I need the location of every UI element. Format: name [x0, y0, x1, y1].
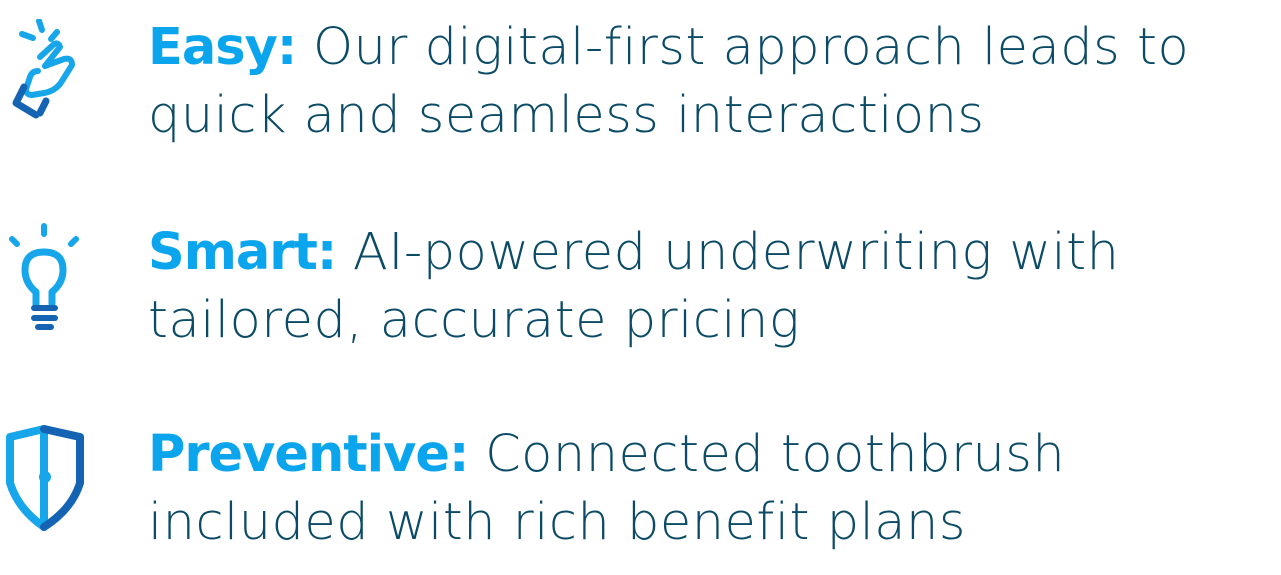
feature-description: Our digital-first approach leads to — [296, 18, 1190, 77]
feature-text: Smart: AI-powered underwriting with tail… — [148, 219, 1273, 355]
hand-tap-icon — [0, 18, 110, 129]
feature-line-2: tailored, accurate pricing — [148, 291, 800, 350]
feature-description: Connected toothbrush — [468, 425, 1066, 484]
feature-line-1: Smart: AI-powered underwriting with — [148, 219, 1273, 287]
feature-line-2: quick and seamless interactions — [148, 86, 985, 145]
feature-title: Preventive: — [148, 425, 469, 484]
feature-description: AI-powered underwriting with — [336, 223, 1120, 282]
shield-icon — [0, 423, 110, 533]
feature-text: Preventive: Connected toothbrush include… — [148, 421, 1273, 557]
feature-line-1: Easy: Our digital-first approach leads t… — [148, 14, 1273, 82]
feature-text: Easy: Our digital-first approach leads t… — [148, 14, 1273, 150]
lightbulb-icon — [0, 222, 110, 332]
feature-title: Easy: — [148, 18, 297, 77]
feature-line-1: Preventive: Connected toothbrush — [148, 421, 1273, 489]
feature-line-2: included with rich benefit plans — [148, 493, 966, 552]
feature-title: Smart: — [148, 223, 337, 282]
